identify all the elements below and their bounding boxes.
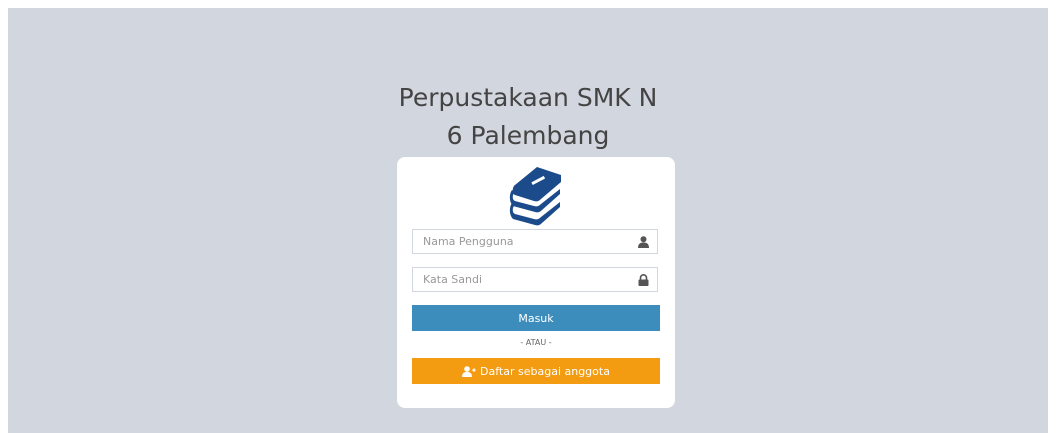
page-title-line-1: Perpustakaan SMK N [398,82,658,112]
login-button[interactable]: Masuk [412,305,660,331]
register-button[interactable]: Daftar sebagai anggota [412,358,660,384]
user-icon [638,236,649,248]
login-box: Masuk - ATAU - Daftar sebagai anggota [397,157,675,408]
page-title: Perpustakaan SMK N 6 Palembang [0,79,1056,155]
page-title-line-2: 6 Palembang [446,120,610,150]
login-button-label: Masuk [518,311,554,325]
user-plus-icon [462,365,476,377]
username-input[interactable] [413,230,633,253]
register-button-label: Daftar sebagai anggota [480,364,610,378]
lock-icon [638,274,649,286]
password-input[interactable] [413,268,633,291]
or-separator: - ATAU - [520,338,552,347]
username-field [412,229,658,254]
book-stack-icon [509,167,561,226]
password-field [412,267,658,292]
